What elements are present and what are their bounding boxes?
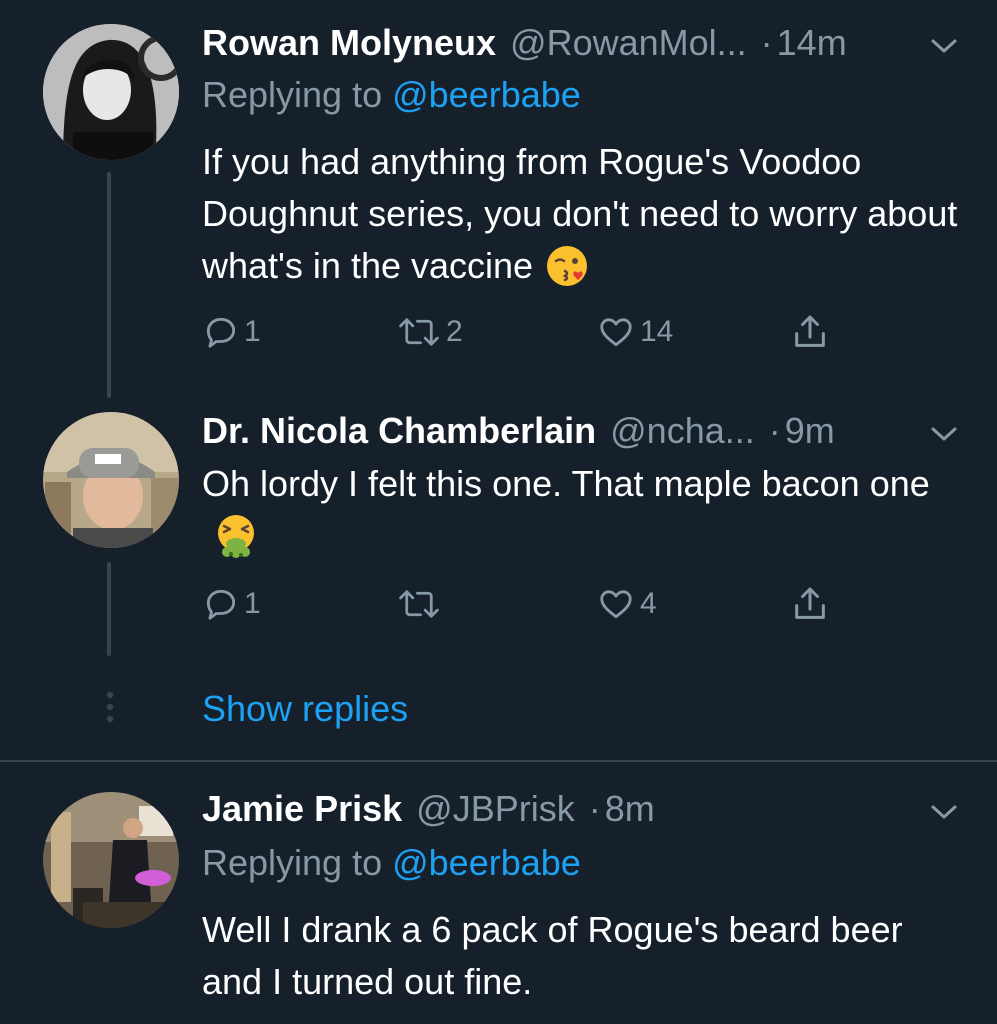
like-button[interactable]: 4 <box>596 580 657 628</box>
like-button[interactable]: 14 <box>596 308 673 356</box>
chevron-down-icon[interactable] <box>929 36 959 56</box>
tweet-text: Well I drank a 6 pack of Rogue's beard b… <box>202 904 962 1008</box>
share-button[interactable] <box>790 580 830 628</box>
tweet-header: Jamie Prisk @JBPrisk · 8m <box>202 786 967 832</box>
reply-icon <box>206 317 236 348</box>
display-name[interactable]: Jamie Prisk <box>202 788 402 830</box>
timestamp[interactable]: 14m <box>777 22 847 64</box>
user-handle[interactable]: @RowanMol... <box>510 22 747 64</box>
chevron-down-icon[interactable] <box>929 802 959 822</box>
reply-count: 1 <box>244 315 261 348</box>
display-name[interactable]: Dr. Nicola Chamberlain <box>202 410 596 452</box>
tweet-header: Dr. Nicola Chamberlain @ncha... · 9m <box>202 408 967 454</box>
separator-dot: · <box>768 410 781 451</box>
show-replies-link[interactable]: Show replies <box>202 686 408 732</box>
reply-button[interactable]: 1 <box>202 580 261 628</box>
tweet-actions: 1 2 14 <box>202 308 842 356</box>
divider <box>0 760 997 762</box>
vertical-dots-icon <box>106 691 114 723</box>
face-blowing-kiss-emoji <box>547 246 588 286</box>
avatar-rowan[interactable] <box>43 24 179 160</box>
tweet-body: Well I drank a 6 pack of Rogue's beard b… <box>202 909 903 1002</box>
share-button[interactable] <box>790 308 830 356</box>
retweet-count: 2 <box>446 315 463 348</box>
separator-dot: · <box>760 22 773 63</box>
reply-count: 1 <box>244 587 261 620</box>
chevron-down-icon[interactable] <box>929 424 959 444</box>
user-handle[interactable]: @ncha... <box>610 410 755 452</box>
retweet-button[interactable] <box>396 580 446 628</box>
thread-line <box>107 172 111 398</box>
heart-icon <box>600 318 632 347</box>
reply-icon <box>206 589 236 620</box>
tweet-text: Oh lordy I felt this one. That maple bac… <box>202 458 962 562</box>
tweet-body: Oh lordy I felt this one. That maple bac… <box>202 463 930 504</box>
timestamp[interactable]: 8m <box>605 788 655 830</box>
mention-link[interactable]: @beerbabe <box>392 74 581 115</box>
heart-icon <box>600 590 632 619</box>
like-count: 14 <box>640 315 674 348</box>
like-count: 4 <box>640 587 657 620</box>
tweet-actions: 1 4 <box>202 580 842 628</box>
share-icon <box>795 587 825 619</box>
tweet-header: Rowan Molyneux @RowanMol... · 14m <box>202 20 967 66</box>
retweet-icon <box>399 590 439 618</box>
avatar-jamie[interactable] <box>43 792 179 928</box>
mention-link[interactable]: @beerbabe <box>392 842 581 883</box>
avatar-nicola[interactable] <box>43 412 179 548</box>
retweet-icon <box>399 318 439 346</box>
tweet-text: If you had anything from Rogue's Voodoo … <box>202 136 962 292</box>
vomiting-face-emoji <box>218 515 254 558</box>
replying-to: Replying to @beerbabe <box>202 840 581 886</box>
replying-to: Replying to @beerbabe <box>202 72 581 118</box>
replying-to-label: Replying to <box>202 74 393 115</box>
separator-dot: · <box>588 788 601 829</box>
share-icon <box>795 315 825 347</box>
reply-button[interactable]: 1 <box>202 308 261 356</box>
retweet-button[interactable]: 2 <box>396 308 463 356</box>
timestamp[interactable]: 9m <box>785 410 835 452</box>
user-handle[interactable]: @JBPrisk <box>416 788 575 830</box>
thread-line <box>107 562 111 656</box>
display-name[interactable]: Rowan Molyneux <box>202 22 496 64</box>
replying-to-label: Replying to <box>202 842 393 883</box>
